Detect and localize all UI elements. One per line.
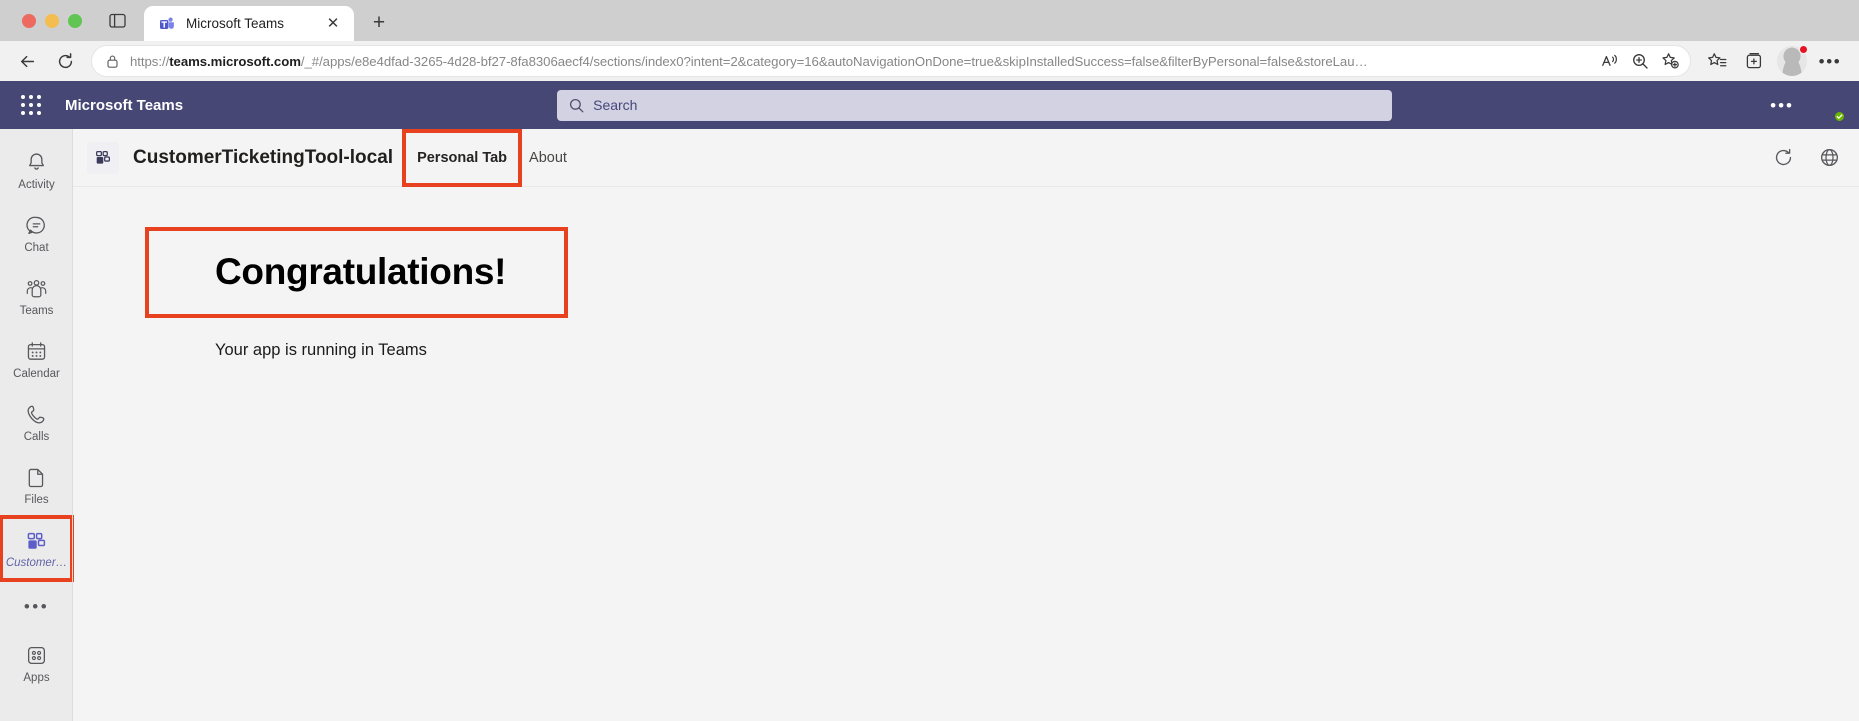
app-grid-icon — [25, 528, 49, 554]
tab-about[interactable]: About — [518, 141, 578, 175]
sidebar-item-apps[interactable]: Apps — [0, 632, 73, 695]
browser-tab-strip: Microsoft Teams ✕ + — [0, 0, 1859, 41]
apps-icon — [25, 643, 48, 669]
url-path: /_#/apps/e8e4dfad-3265-4d28-bf27-8fa8306… — [300, 53, 1368, 69]
search-placeholder: Search — [593, 97, 638, 113]
url-scheme: https:// — [130, 53, 170, 69]
address-bar-url[interactable]: https://teams.microsoft.com/_#/apps/e8e4… — [130, 54, 1586, 69]
teams-more-options-button[interactable]: ••• — [1766, 97, 1798, 114]
app-launcher-icon[interactable] — [16, 90, 46, 120]
sidebar-item-teams[interactable]: Teams — [0, 265, 73, 328]
sidebar-more-apps-button[interactable]: ••• — [0, 580, 73, 632]
window-maximize-button[interactable] — [68, 13, 82, 28]
sidebar-item-label: Teams — [19, 304, 54, 317]
favorites-icon[interactable] — [1700, 44, 1734, 78]
chat-icon — [25, 213, 48, 239]
app-running-subtext: Your app is running in Teams — [215, 340, 427, 359]
refresh-icon[interactable] — [1771, 146, 1795, 170]
sidebar-item-label: Calls — [23, 430, 50, 443]
browser-profile-button[interactable] — [1777, 45, 1808, 76]
sidebar-item-chat[interactable]: Chat — [0, 202, 73, 265]
sidebar-item-label: Customer… — [5, 556, 68, 569]
page-title: CustomerTicketingTool-local — [133, 146, 394, 168]
teams-icon — [24, 276, 49, 302]
calls-icon — [25, 402, 48, 428]
tab-personal-tab[interactable]: Personal Tab — [402, 128, 523, 187]
sidebar-item-files[interactable]: Files — [0, 454, 73, 517]
teams-user-avatar[interactable] — [1812, 89, 1846, 123]
add-favorite-icon[interactable] — [1656, 47, 1684, 75]
window-close-button[interactable] — [22, 13, 36, 28]
app-content: Congratulations! Your app is running in … — [73, 187, 1859, 721]
teams-favicon — [158, 15, 176, 33]
presence-badge-available — [1833, 109, 1846, 123]
app-tab-list: Personal Tab About — [402, 128, 578, 187]
sidebar-item-calendar[interactable]: Calendar — [0, 328, 73, 391]
browser-toolbar: https://teams.microsoft.com/_#/apps/e8e4… — [0, 41, 1859, 81]
congratulations-heading-highlight: Congratulations! — [144, 227, 569, 318]
reload-icon[interactable] — [48, 44, 82, 78]
teams-top-bar-actions: ••• — [1766, 89, 1846, 123]
window-traffic-lights — [14, 0, 94, 41]
sidebar-item-label: Chat — [24, 241, 49, 254]
sidebar-item-label: Calendar — [13, 367, 60, 380]
search-container: Search — [183, 89, 1766, 121]
app-header: CustomerTicketingTool-local Personal Tab… — [73, 128, 1859, 187]
browser-toolbar-actions: ••• — [1700, 44, 1847, 78]
search-input[interactable]: Search — [557, 89, 1393, 121]
main-content-area: CustomerTicketingTool-local Personal Tab… — [73, 128, 1859, 721]
collections-icon[interactable] — [1737, 44, 1771, 78]
zoom-icon[interactable] — [1626, 47, 1654, 75]
teams-brand-title: Microsoft Teams — [65, 96, 184, 114]
browser-sidebar-toggle-icon[interactable] — [100, 0, 134, 41]
app-grid-icon — [87, 141, 119, 174]
search-icon — [569, 98, 584, 113]
browser-tab[interactable]: Microsoft Teams ✕ — [144, 6, 354, 41]
close-icon[interactable]: ✕ — [322, 13, 344, 35]
sidebar-item-label: Apps — [23, 671, 50, 684]
teams-top-bar: Microsoft Teams Search ••• — [0, 81, 1859, 129]
sidebar-item-customerticketingtool[interactable]: Customer… — [0, 515, 74, 582]
new-tab-button[interactable]: + — [362, 5, 396, 39]
teams-body: Activity Chat Teams Calendar Calls Files… — [0, 128, 1859, 721]
files-icon — [25, 465, 48, 491]
congratulations-heading: Congratulations! — [215, 251, 507, 292]
read-aloud-icon[interactable] — [1596, 47, 1624, 75]
calendar-icon — [25, 339, 48, 365]
back-arrow-icon[interactable] — [10, 44, 44, 78]
teams-application: Microsoft Teams Search ••• Activity Chat… — [0, 81, 1859, 721]
browser-tab-title: Microsoft Teams — [186, 16, 285, 31]
url-host: teams.microsoft.com — [169, 53, 301, 69]
site-lock-icon[interactable] — [106, 54, 120, 69]
window-minimize-button[interactable] — [45, 13, 59, 28]
browser-settings-more-button[interactable]: ••• — [1813, 44, 1847, 78]
address-bar[interactable]: https://teams.microsoft.com/_#/apps/e8e4… — [92, 46, 1690, 76]
sidebar-item-label: Activity — [18, 178, 55, 191]
app-header-actions — [1771, 146, 1841, 170]
bell-icon — [25, 150, 48, 176]
sidebar-item-label: Files — [24, 493, 49, 506]
teams-left-rail: Activity Chat Teams Calendar Calls Files… — [0, 129, 74, 721]
globe-icon[interactable] — [1817, 146, 1841, 170]
profile-alert-badge — [1799, 45, 1808, 54]
sidebar-item-calls[interactable]: Calls — [0, 391, 73, 454]
sidebar-item-activity[interactable]: Activity — [0, 139, 73, 202]
address-bar-actions — [1596, 47, 1684, 75]
